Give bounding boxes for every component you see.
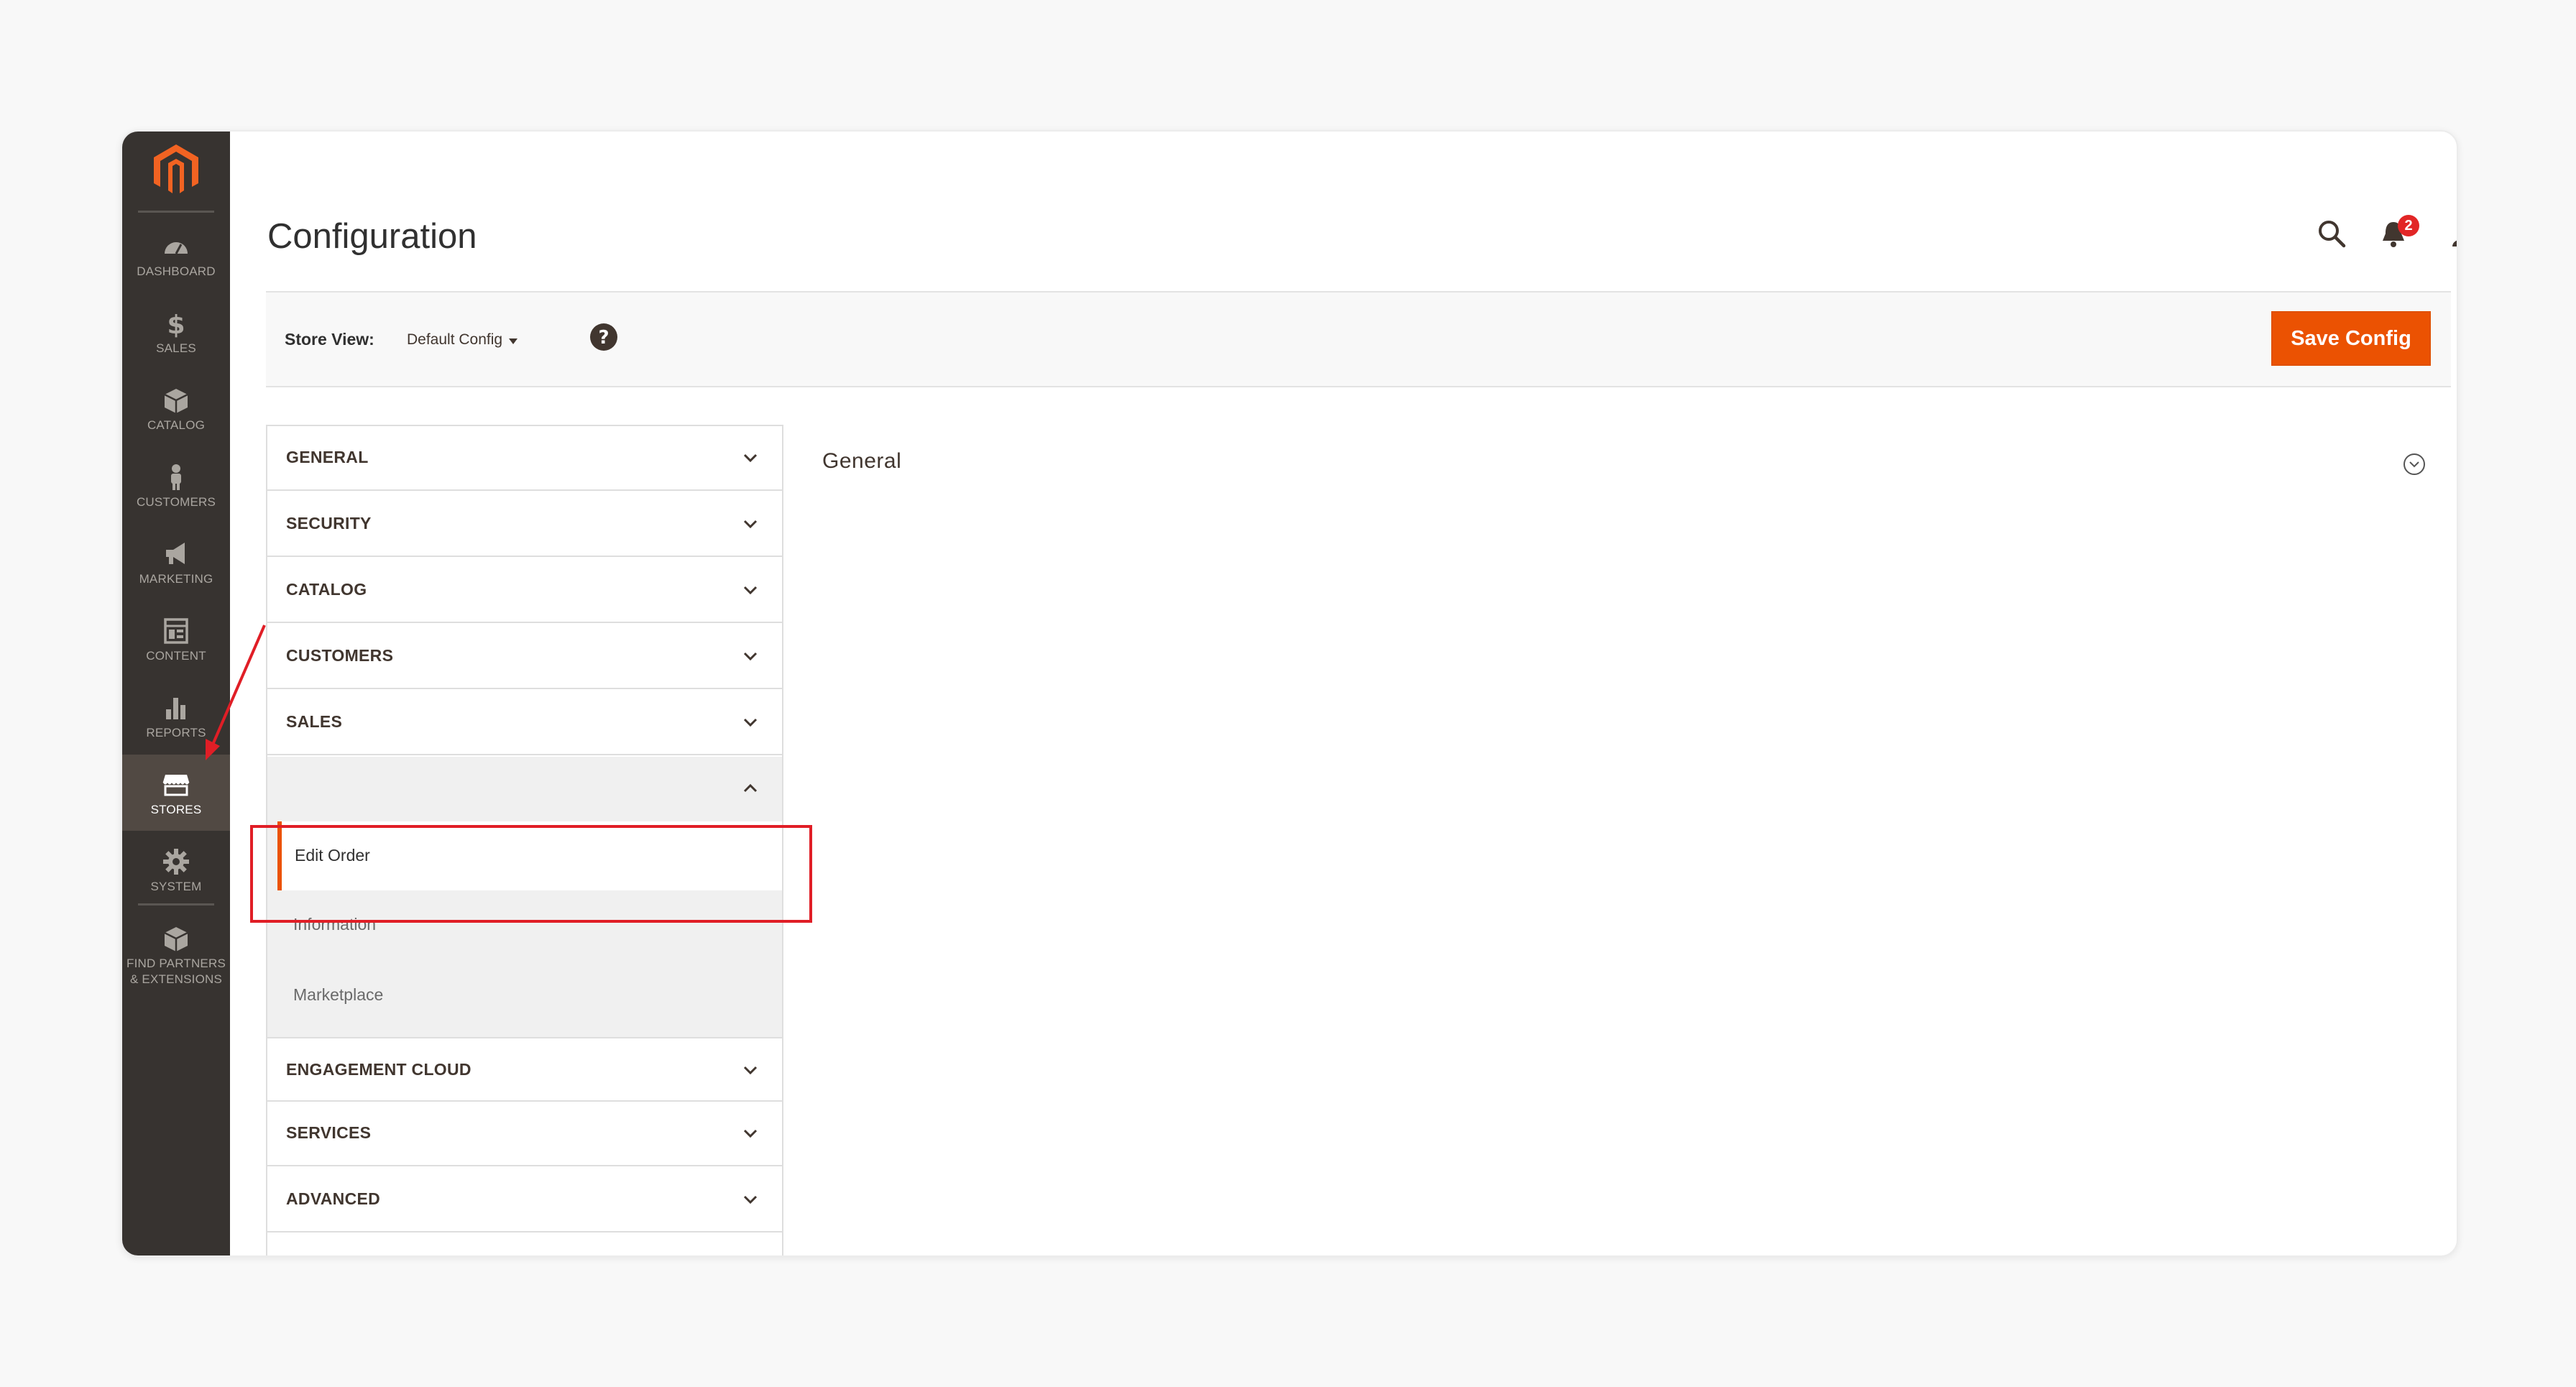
help-question-icon[interactable]: ? <box>588 321 620 353</box>
store-view-dropdown[interactable]: Default Config <box>407 331 502 349</box>
admin-sidebar: DASHBOARD $ SALES CATALOG CUSTOMERS MARK… <box>122 132 230 1255</box>
store-view-label: Store View: <box>285 330 374 349</box>
search-icon[interactable] <box>2316 218 2347 249</box>
chevron-down-icon <box>743 1195 758 1204</box>
store-view-bar: Store View: Default Config ? Save Config <box>266 291 2451 387</box>
notifications-badge[interactable]: 2 <box>2398 215 2419 236</box>
chevron-up-icon <box>743 783 758 793</box>
tab-label: ADVANCED <box>286 1189 381 1208</box>
section-title[interactable]: General <box>822 449 901 474</box>
sidebar-label-sales: SALES <box>156 341 196 355</box>
sidebar-label-stores: STORES <box>150 803 202 816</box>
chevron-down-icon <box>743 718 758 727</box>
user-icon[interactable] <box>2450 218 2458 249</box>
sidebar-item-marketing[interactable]: MARKETING <box>122 524 230 600</box>
dashboard-gauge-icon <box>165 242 188 254</box>
section-collapse-icon[interactable] <box>2402 452 2426 476</box>
svg-text:$: $ <box>167 310 185 338</box>
chevron-down-icon <box>743 453 758 463</box>
tab-services[interactable]: SERVICES <box>267 1102 782 1166</box>
person-icon <box>171 464 181 490</box>
tab-item-marketplace[interactable]: Marketplace <box>293 985 383 1005</box>
bar-chart-icon <box>166 698 185 719</box>
tab-label: CUSTOMERS <box>286 646 394 665</box>
sidebar-label-reports: REPORTS <box>146 726 206 739</box>
dollar-icon: $ <box>167 310 185 338</box>
tab-sales[interactable]: SALES <box>267 691 782 755</box>
tab-customers[interactable]: CUSTOMERS <box>267 625 782 689</box>
svg-text:?: ? <box>598 327 609 349</box>
sidebar-label-find-partners: FIND PARTNERS & EXTENSIONS <box>126 957 226 986</box>
magento-logo-icon[interactable] <box>151 142 201 199</box>
page-title: Configuration <box>267 217 477 256</box>
sidebar-item-find-partners[interactable]: FIND PARTNERS & EXTENSIONS <box>122 908 230 1002</box>
chevron-down-icon[interactable] <box>507 337 519 346</box>
tab-label: SECURITY <box>286 514 372 533</box>
admin-window: DASHBOARD $ SALES CATALOG CUSTOMERS MARK… <box>121 130 2458 1257</box>
sidebar-separator <box>138 903 214 906</box>
tab-label: SERVICES <box>286 1123 372 1142</box>
sidebar-item-catalog[interactable]: CATALOG <box>122 370 230 446</box>
chevron-down-icon <box>743 1129 758 1138</box>
chevron-down-icon <box>743 520 758 529</box>
sidebar-item-customers[interactable]: CUSTOMERS <box>122 447 230 523</box>
tab-label: CATALOG <box>286 580 367 599</box>
sidebar-item-dashboard[interactable]: DASHBOARD <box>122 216 230 292</box>
megaphone-icon <box>166 543 185 564</box>
sidebar-separator <box>138 211 214 213</box>
tab-label: GENERAL <box>286 448 369 466</box>
sidebar-item-sales[interactable]: $ SALES <box>122 293 230 369</box>
tab-security[interactable]: SECURITY <box>267 492 782 557</box>
sidebar-item-stores[interactable]: STORES <box>122 755 230 831</box>
sidebar-label-catalog: CATALOG <box>147 418 206 432</box>
storefront-icon <box>162 775 190 796</box>
sidebar-label-content: CONTENT <box>146 649 206 663</box>
chevron-down-icon <box>743 1066 758 1075</box>
sidebar-label-customers: CUSTOMERS <box>136 495 216 509</box>
tab-catalog[interactable]: CATALOG <box>267 558 782 623</box>
tab-label: SALES <box>286 712 343 731</box>
layout-icon <box>164 618 188 644</box>
save-config-button[interactable]: Save Config <box>2271 311 2431 366</box>
sidebar-item-content[interactable]: CONTENT <box>122 601 230 677</box>
sidebar-label-dashboard: DASHBOARD <box>137 264 216 278</box>
chevron-down-icon <box>743 586 758 595</box>
tab-label: ENGAGEMENT CLOUD <box>286 1060 472 1079</box>
tab-advanced[interactable]: ADVANCED <box>267 1168 782 1232</box>
sidebar-item-reports[interactable]: REPORTS <box>122 678 230 754</box>
gear-icon <box>163 849 189 875</box>
extensions-box-icon <box>164 927 188 951</box>
chevron-down-icon <box>743 652 758 661</box>
sidebar-label-system: SYSTEM <box>150 880 202 893</box>
tab-engagement-cloud[interactable]: ENGAGEMENT CLOUD <box>267 1037 782 1102</box>
tab-expanded-section[interactable] <box>267 757 782 821</box>
box-icon <box>164 389 188 413</box>
annotation-highlight-box <box>250 825 812 923</box>
tab-general[interactable]: GENERAL <box>267 426 782 491</box>
sidebar-item-system[interactable]: SYSTEM <box>122 831 230 908</box>
sidebar-label-marketing: MARKETING <box>139 572 213 586</box>
